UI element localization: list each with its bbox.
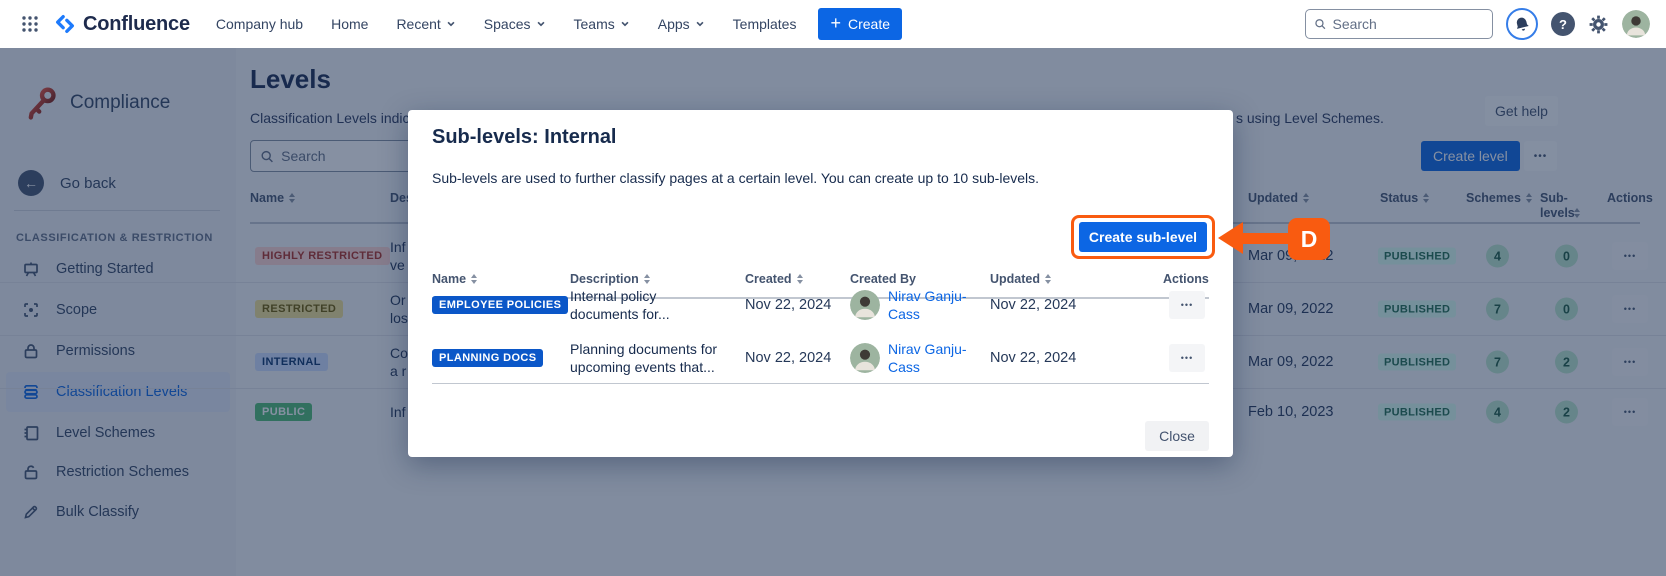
nav-item-templates[interactable]: Templates [733,16,797,32]
chevron-down-icon [536,19,546,29]
help-button[interactable]: ? [1551,12,1575,36]
row-actions-button[interactable]: ••• [1169,291,1205,319]
confluence-logo[interactable]: Confluence [54,13,190,36]
annotation-arrow-head [1218,222,1243,254]
avatar-photo [1622,10,1650,38]
nav-item-apps[interactable]: Apps [658,16,705,32]
bell-icon [1512,14,1531,33]
sub-level-description: Internal policydocuments for... [570,287,730,323]
row-actions-button[interactable]: ••• [1169,344,1205,372]
modal-description: Sub-levels are used to further classify … [432,170,1039,186]
updated-date: Nov 22, 2024 [990,297,1076,313]
top-nav: Confluence Company hub Home Recent Space… [0,0,1666,48]
close-button[interactable]: Close [1145,421,1209,451]
sub-level-row: EMPLOYEE POLICIES Internal policydocumen… [432,278,1209,331]
nav-search-box [1305,9,1493,39]
nav-item-spaces[interactable]: Spaces [484,16,546,32]
modal-table-bottom-rule [432,383,1209,384]
chevron-down-icon [446,19,456,29]
confluence-logo-icon [54,13,76,35]
notifications-button[interactable] [1506,8,1538,40]
gear-icon [1588,14,1609,35]
create-button[interactable]: + Create [818,8,902,40]
sub-levels-modal: Sub-levels: Internal Sub-levels are used… [408,110,1233,457]
annotation-arrow-shaft [1241,233,1291,244]
sub-level-row: PLANNING DOCS Planning documents forupco… [432,331,1209,384]
avatar [850,343,880,373]
nav-item-teams[interactable]: Teams [574,16,630,32]
nav-item-recent[interactable]: Recent [396,16,455,32]
settings-button[interactable] [1588,14,1609,35]
chevron-down-icon [695,19,705,29]
logo-text: Confluence [83,13,190,36]
user-avatar[interactable] [1622,10,1650,38]
sub-level-description: Planning documents forupcoming events th… [570,340,730,376]
modal-title: Sub-levels: Internal [432,126,617,149]
avatar [850,290,880,320]
sub-level-badge: EMPLOYEE POLICIES [432,296,568,314]
created-by-link[interactable]: Nirav Ganju-Cass [888,340,978,376]
updated-date: Nov 22, 2024 [990,350,1076,366]
question-icon: ? [1559,17,1567,32]
annotation-label-badge: D [1288,218,1330,260]
created-date: Nov 22, 2024 [745,350,831,366]
plus-icon: + [830,14,841,32]
create-sub-level-button[interactable]: Create sub-level [1079,222,1207,252]
nav-item-home[interactable]: Home [331,16,368,32]
chevron-down-icon [620,19,630,29]
sub-level-badge: PLANNING DOCS [432,349,543,367]
search-icon [1314,17,1326,31]
created-by-link[interactable]: Nirav Ganju-Cass [888,287,978,323]
nav-search-input[interactable] [1332,16,1484,32]
app-grid-icon [20,14,40,34]
nav-item-company-hub[interactable]: Company hub [216,16,303,32]
nav-menu: Company hub Home Recent Spaces Teams App… [216,16,797,32]
created-date: Nov 22, 2024 [745,297,831,313]
app-switcher-button[interactable] [16,10,44,38]
